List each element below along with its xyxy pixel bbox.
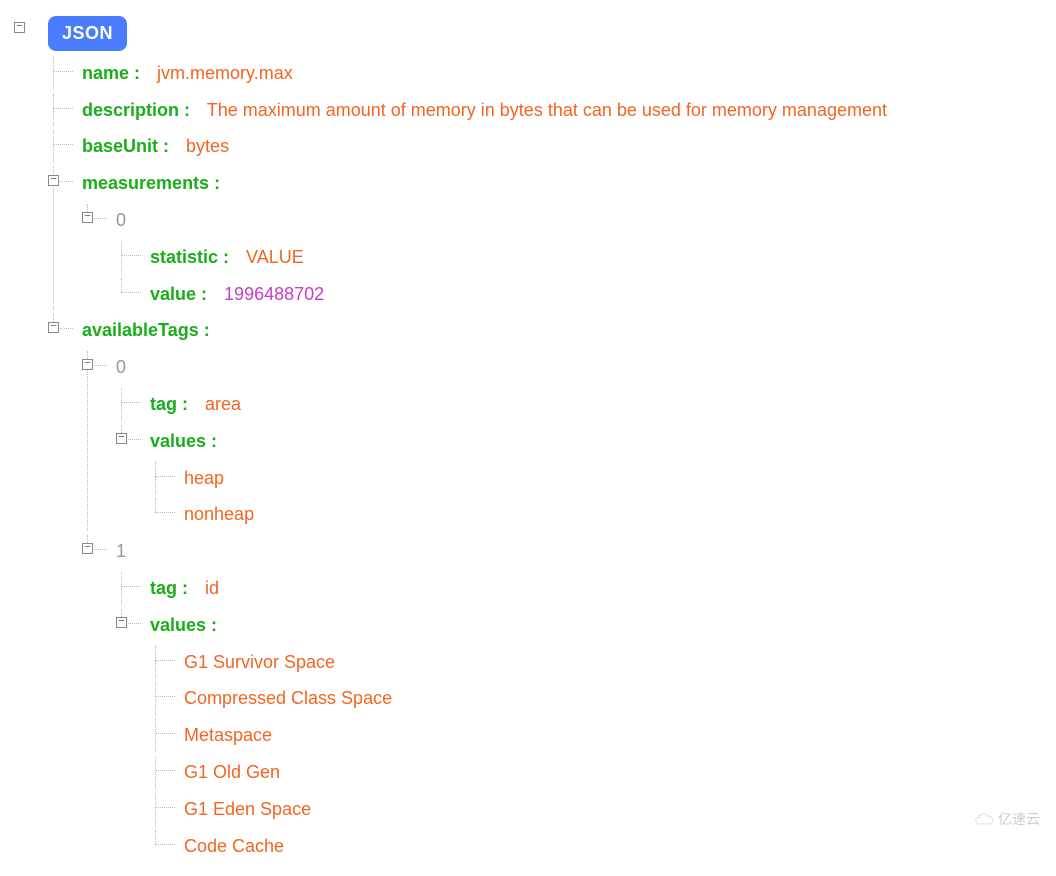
value-text: G1 Old Gen [184,762,280,782]
key-label: tag [150,578,177,598]
tree-node-statistic: statistic : VALUE [116,241,1042,274]
tree-node-name: name : jvm.memory.max [48,57,1042,90]
json-badge: JSON [48,16,127,51]
value-text: heap [184,468,224,488]
key-label: baseUnit [82,136,158,156]
value-text: The maximum amount of memory in bytes th… [207,100,887,120]
key-label: measurements [82,173,209,193]
list-item: G1 Eden Space [150,793,1042,826]
value-text: bytes [186,136,229,156]
key-label: name [82,63,129,83]
tree-node-measurements: − measurements : − 0 statistic : [48,167,1042,310]
key-label: statistic [150,247,218,267]
list-item: G1 Survivor Space [150,646,1042,679]
value-text: G1 Eden Space [184,799,311,819]
key-label: values [150,615,206,635]
value-text: area [205,394,241,414]
cloud-icon [974,811,994,827]
toggle-collapse-icon[interactable]: − [82,212,93,223]
list-item: G1 Old Gen [150,756,1042,789]
value-text: nonheap [184,504,254,524]
key-label: description [82,100,179,120]
tree-node-availabletags: − availableTags : − 0 tag : [48,314,1042,862]
key-label: availableTags [82,320,199,340]
index-label: 0 [116,210,126,230]
tree-root: − JSON name : jvm.memory.max description… [14,14,1042,862]
toggle-collapse-icon[interactable]: − [14,22,25,33]
value-text: jvm.memory.max [157,63,293,83]
tree-node-values: − values : heap [116,425,1042,531]
value-text: Metaspace [184,725,272,745]
index-label: 0 [116,357,126,377]
toggle-collapse-icon[interactable]: − [48,175,59,186]
value-text: Code Cache [184,836,284,856]
value-text: id [205,578,219,598]
watermark: 亿速云 [974,808,1040,830]
tree-node-tag: tag : id [116,572,1042,605]
value-text: G1 Survivor Space [184,652,335,672]
toggle-collapse-icon[interactable]: − [82,543,93,554]
tree-node-values: − values : G1 Survivor Space [116,609,1042,863]
key-label: value [150,284,196,304]
toggle-collapse-icon[interactable]: − [48,322,59,333]
value-text: VALUE [246,247,304,267]
value-number: 1996488702 [224,284,324,304]
value-text: Compressed Class Space [184,688,392,708]
list-item: Compressed Class Space [150,682,1042,715]
toggle-collapse-icon[interactable]: − [116,617,127,628]
tree-node-availabletag-0: − 0 tag : area [82,351,1042,531]
index-label: 1 [116,541,126,561]
tree-node-tag: tag : area [116,388,1042,421]
list-item: nonheap [150,498,1042,531]
list-item: Code Cache [150,830,1042,863]
tree-node-measurement-0: − 0 statistic : VALUE [82,204,1042,310]
watermark-text: 亿速云 [998,808,1040,830]
toggle-collapse-icon[interactable]: − [82,359,93,370]
tree-node-baseunit: baseUnit : bytes [48,130,1042,163]
tree-node-description: description : The maximum amount of memo… [48,94,1042,127]
toggle-collapse-icon[interactable]: − [116,433,127,444]
tree-node-value: value : 1996488702 [116,278,1042,311]
tree-node-availabletag-1: − 1 tag : id [82,535,1042,862]
list-item: heap [150,462,1042,495]
key-label: tag [150,394,177,414]
list-item: Metaspace [150,719,1042,752]
key-label: values [150,431,206,451]
